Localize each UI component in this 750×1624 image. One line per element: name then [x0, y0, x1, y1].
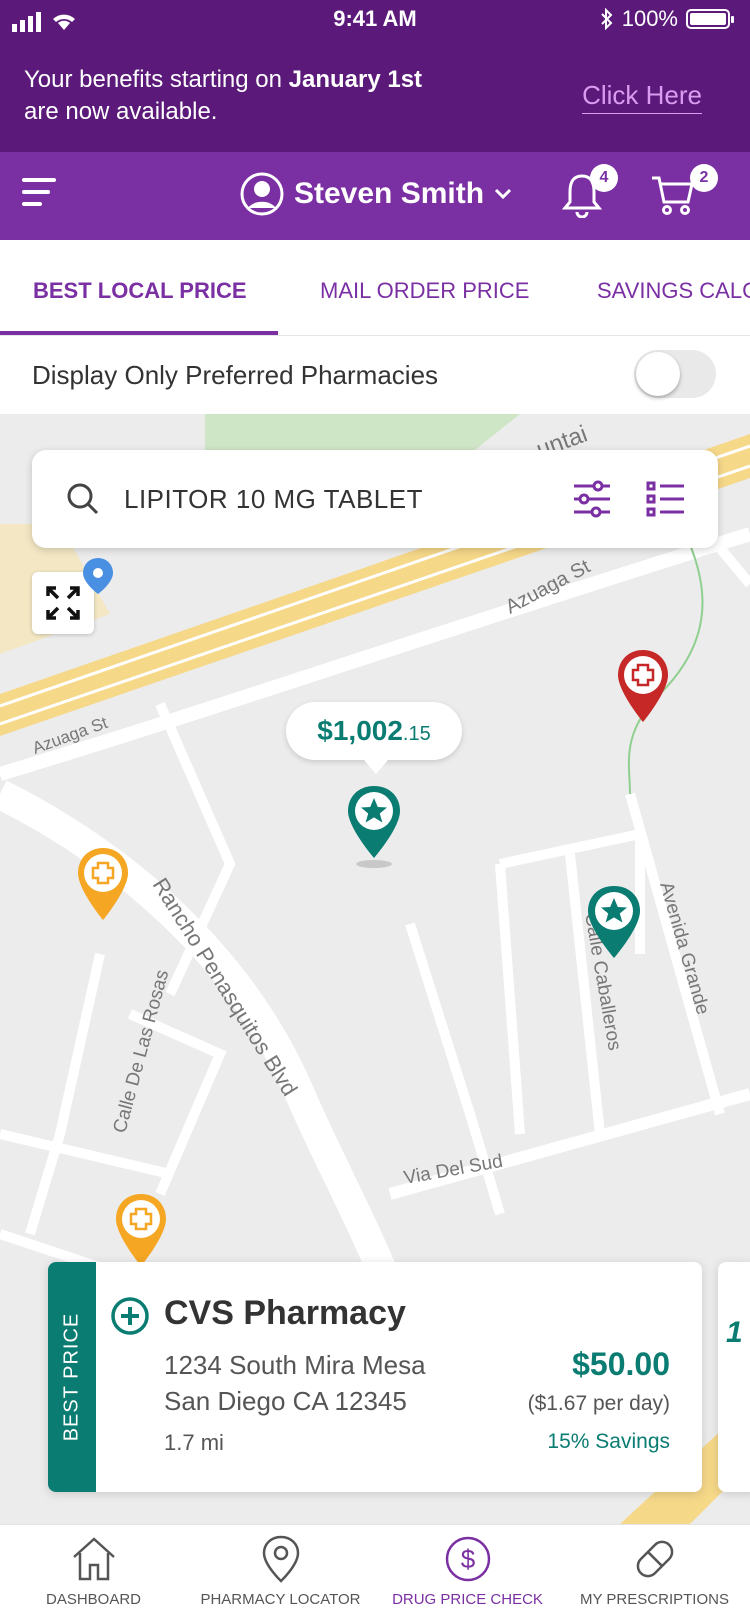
tab-best-local-price[interactable]: BEST LOCAL PRICE — [33, 278, 247, 304]
svg-text:$: $ — [460, 1544, 475, 1574]
pharmacy-pin-orange[interactable] — [74, 846, 132, 926]
pharmacy-address-line2: San Diego CA 12345 — [164, 1386, 407, 1416]
cart-badge: 2 — [690, 164, 718, 192]
street-label-calle-rosas: Calle De Las Rosas — [110, 968, 174, 1136]
pharmacy-result-card[interactable]: BEST PRICE CVS Pharmacy 1234 South Mira … — [48, 1262, 702, 1492]
pharmacy-distance: 1.7 mi — [164, 1430, 224, 1455]
home-icon — [72, 1537, 115, 1581]
dollar-circle-icon: $ — [445, 1536, 490, 1582]
search-icon — [67, 483, 99, 515]
preferred-pharmacies-toggle[interactable] — [634, 350, 716, 398]
pharmacy-price: $50.00 — [572, 1346, 670, 1382]
nav-pharmacy-locator-label: PHARMACY LOCATOR — [200, 1591, 361, 1608]
preferred-pharmacy-pin[interactable] — [584, 884, 644, 964]
pharmacy-savings: 15% Savings — [547, 1430, 670, 1453]
menu-icon[interactable] — [22, 178, 56, 212]
battery-icon — [686, 9, 734, 29]
nav-pharmacy-locator[interactable]: PHARMACY LOCATOR — [187, 1533, 374, 1608]
next-card-price-fragment: 1 — [726, 1316, 743, 1349]
nav-dashboard-label: DASHBOARD — [45, 1591, 142, 1608]
status-bar: 9:41 AM 100% — [0, 0, 750, 44]
pill-icon — [636, 1540, 673, 1578]
benefits-banner-text: Your benefits starting on January 1st ar… — [24, 64, 504, 128]
selected-price-bubble[interactable]: $1,002.15 — [286, 702, 462, 774]
pharmacy-pin-red[interactable] — [614, 648, 672, 728]
preferred-pharmacies-label: Display Only Preferred Pharmacies — [32, 360, 439, 390]
notifications-badge: 4 — [590, 164, 618, 192]
best-price-ribbon: BEST PRICE — [48, 1262, 96, 1492]
tab-mail-order-price[interactable]: MAIL ORDER PRICE — [320, 278, 529, 304]
chevron-down-icon — [495, 188, 512, 200]
list-view-icon[interactable] — [646, 480, 686, 518]
preferred-pharmacy-pin-selected[interactable] — [344, 784, 404, 868]
nav-my-prescriptions-label: MY PRESCRIPTIONS — [580, 1591, 729, 1608]
pharmacy-price-per-day: ($1.67 per day) — [527, 1392, 670, 1415]
user-menu[interactable]: Steven Smith — [240, 172, 512, 216]
bluetooth-icon — [601, 8, 613, 30]
nav-drug-price-check[interactable]: $ DRUG PRICE CHECK — [374, 1533, 561, 1608]
pharmacy-pin-orange[interactable] — [112, 1192, 170, 1262]
nav-my-prescriptions[interactable]: MY PRESCRIPTIONS — [561, 1533, 748, 1608]
drug-search-bar[interactable]: LIPITOR 10 MG TABLET — [32, 450, 718, 548]
banner-suffix: are now available. — [24, 98, 218, 125]
notifications-button[interactable]: 4 — [561, 164, 618, 223]
location-pin-icon — [262, 1535, 299, 1583]
status-right: 100% — [600, 6, 734, 32]
nav-drug-price-check-label: DRUG PRICE CHECK — [392, 1591, 543, 1608]
bottom-nav: DASHBOARD PHARMACY LOCATOR $ DRUG PRICE … — [0, 1524, 750, 1624]
active-tab-indicator — [0, 331, 278, 335]
filter-sliders-icon[interactable] — [572, 480, 612, 518]
preferred-pharmacies-row: Display Only Preferred Pharmacies — [0, 336, 750, 414]
user-avatar-icon — [240, 172, 284, 216]
pharmacy-address-line1: 1234 South Mira Mesa — [164, 1350, 426, 1380]
best-price-label: BEST PRICE — [60, 1312, 83, 1442]
tab-savings-calc[interactable]: SAVINGS CALC — [597, 278, 750, 304]
battery-percent: 100% — [621, 6, 678, 31]
user-name: Steven Smith — [294, 177, 485, 210]
next-pharmacy-card[interactable]: 1 — [718, 1262, 750, 1492]
price-tabs: BEST LOCAL PRICE MAIL ORDER PRICE SAVING… — [0, 240, 750, 336]
banner-click-here-link[interactable]: Click Here — [582, 80, 702, 114]
selected-price-dollars: $1,002 — [317, 715, 403, 746]
toggle-knob — [636, 352, 680, 396]
search-input[interactable]: LIPITOR 10 MG TABLET — [124, 484, 423, 515]
add-pharmacy-icon[interactable] — [110, 1296, 150, 1336]
place-marker-icon[interactable] — [80, 556, 116, 596]
pharmacy-name: CVS Pharmacy — [164, 1294, 406, 1332]
banner-prefix: Your benefits starting on — [24, 66, 289, 93]
nav-dashboard[interactable]: DASHBOARD — [0, 1533, 187, 1608]
header-nav: Steven Smith 4 2 — [0, 152, 750, 240]
selected-price-cents: .15 — [402, 723, 431, 745]
banner-date: January 1st — [288, 66, 423, 93]
cart-button[interactable]: 2 — [650, 164, 718, 223]
top-banner-area: 9:41 AM 100% Your benefits starting on J… — [0, 0, 750, 152]
